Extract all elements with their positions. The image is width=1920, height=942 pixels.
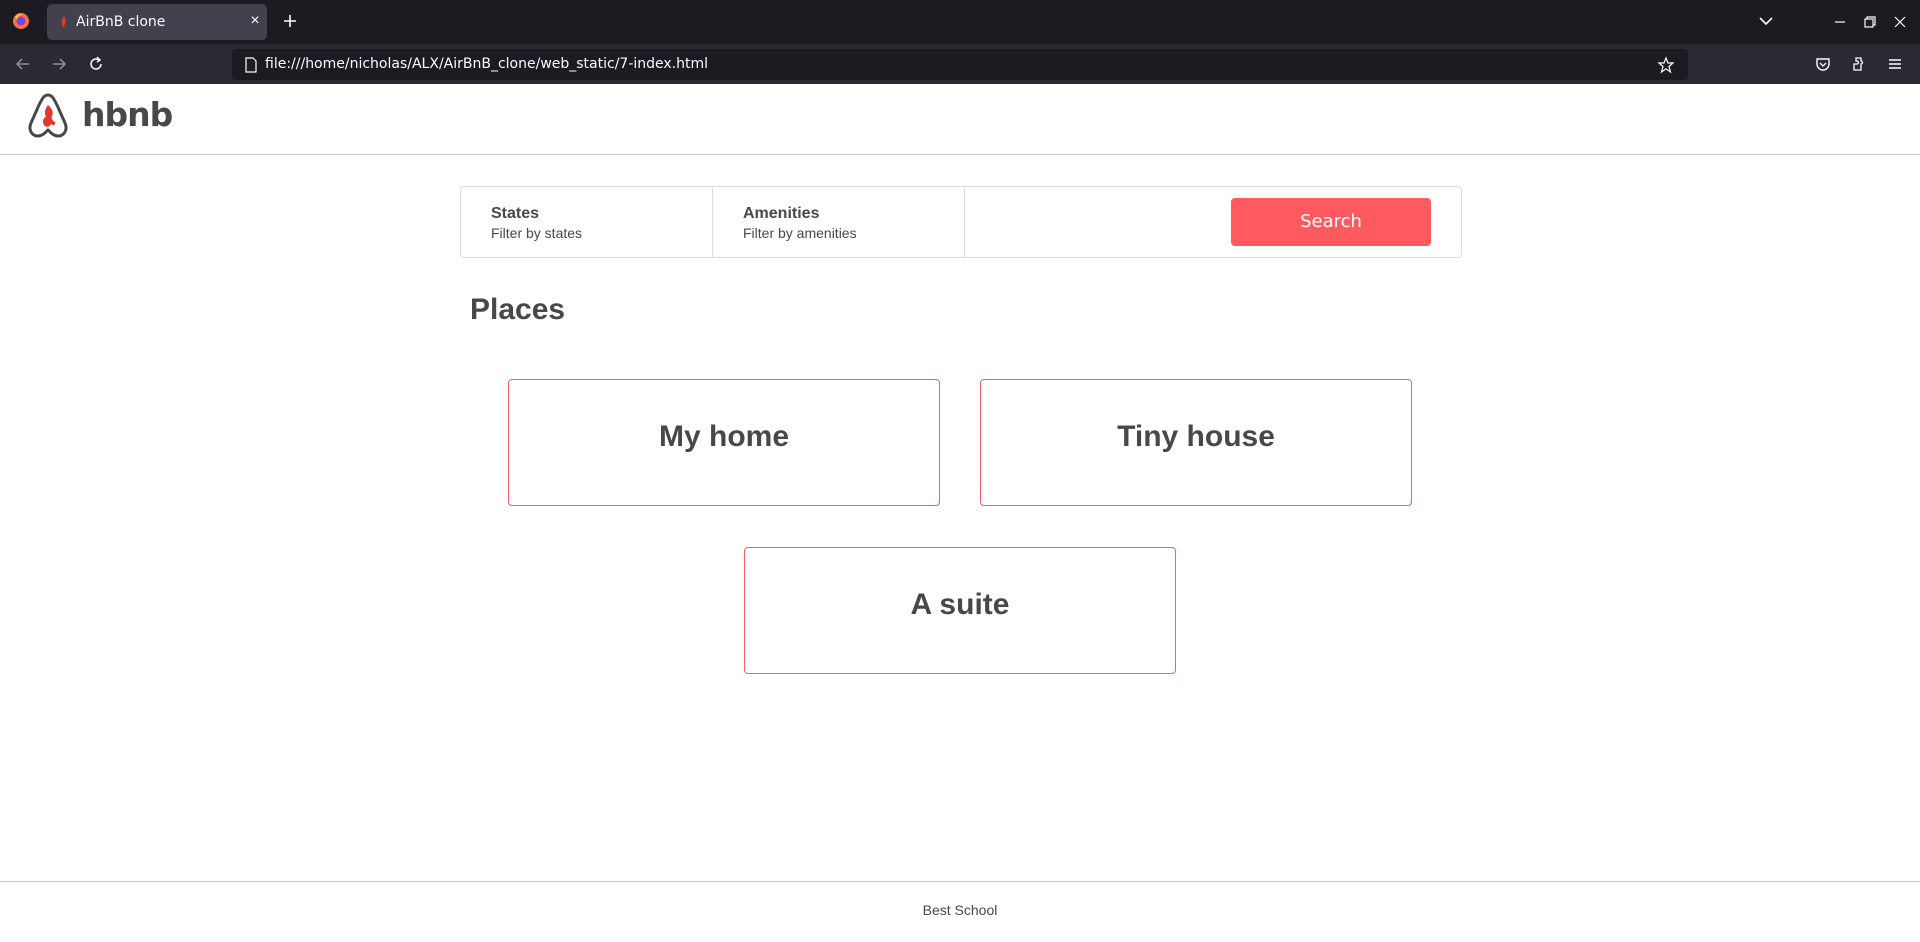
favicon-icon — [61, 16, 66, 28]
plus-icon[interactable] — [280, 11, 300, 31]
states-filter-subtitle: Filter by states — [491, 225, 583, 241]
site-header: hbnb — [0, 84, 1920, 155]
back-icon[interactable] — [13, 54, 33, 74]
restore-icon[interactable] — [1860, 12, 1880, 32]
amenities-filter-title: Amenities — [743, 205, 820, 222]
menu-icon[interactable] — [1885, 54, 1905, 74]
amenities-filter-subtitle: Filter by amenities — [743, 225, 857, 241]
place-card[interactable]: A suite — [744, 547, 1176, 674]
places-title: Places — [470, 293, 566, 326]
footer-text: Best School — [922, 902, 998, 918]
tab-title: AirBnB clone — [76, 14, 166, 30]
close-icon[interactable]: × — [246, 12, 264, 30]
place-name: A suite — [910, 588, 1010, 621]
page-icon — [245, 57, 257, 73]
chevron-down-icon[interactable] — [1756, 11, 1776, 31]
pocket-icon[interactable] — [1813, 54, 1833, 74]
browser-tab-active[interactable]: AirBnB clone × — [47, 4, 267, 40]
place-name: Tiny house — [1117, 420, 1275, 453]
states-filter[interactable]: States Filter by states — [461, 187, 713, 257]
reload-icon[interactable] — [86, 54, 106, 74]
place-card[interactable]: Tiny house — [980, 379, 1412, 506]
close-icon[interactable] — [1890, 12, 1910, 32]
search-button[interactable]: Search — [1231, 198, 1431, 246]
firefox-icon[interactable] — [12, 12, 30, 30]
place-name: My home — [658, 420, 790, 453]
extensions-icon[interactable] — [1850, 54, 1870, 74]
browser-tab-bar: AirBnB clone × — [0, 0, 1920, 44]
minimize-icon[interactable] — [1830, 12, 1850, 32]
address-bar[interactable]: file:///home/nicholas/ALX/AirBnB_clone/w… — [232, 49, 1688, 80]
states-filter-title: States — [491, 205, 540, 222]
place-card[interactable]: My home — [508, 379, 940, 506]
amenities-filter[interactable]: Amenities Filter by amenities — [713, 187, 965, 257]
filters-bar: States Filter by states Amenities Filter… — [460, 186, 1462, 258]
page-content: hbnb States Filter by states Amenities F… — [0, 84, 1920, 942]
star-icon[interactable] — [1657, 56, 1675, 74]
logo-text[interactable]: hbnb — [82, 95, 173, 134]
logo-icon[interactable] — [26, 91, 70, 139]
browser-toolbar: file:///home/nicholas/ALX/AirBnB_clone/w… — [0, 44, 1920, 84]
forward-icon[interactable] — [49, 54, 69, 74]
url-text[interactable]: file:///home/nicholas/ALX/AirBnB_clone/w… — [265, 56, 708, 72]
site-footer: Best School — [0, 881, 1920, 942]
